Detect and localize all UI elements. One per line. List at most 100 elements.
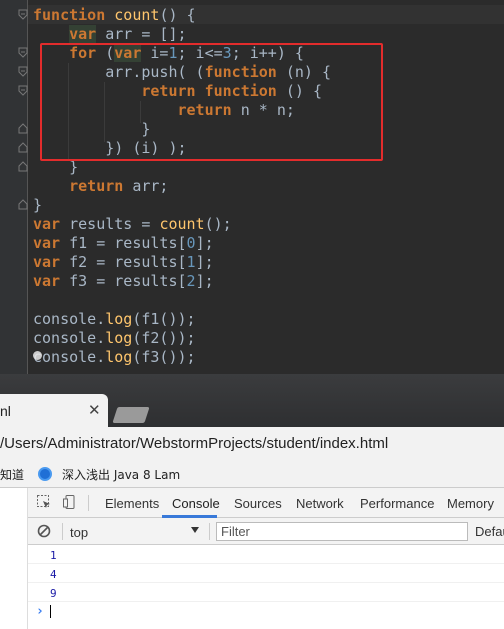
code-line[interactable]: var f2 = results[1];: [33, 253, 331, 272]
code-line[interactable]: function count() {: [33, 6, 331, 25]
bookmark-item[interactable]: 知道: [0, 466, 24, 483]
browser-window: nl ✕ /Users/Administrator/WebstormProjec…: [0, 374, 504, 629]
code-token: f3 = results[: [60, 272, 187, 290]
fold-icon[interactable]: [18, 47, 28, 58]
code-token: console.: [33, 310, 106, 328]
code-token: (f3());: [132, 348, 196, 366]
console-filter-bar: top Defau: [28, 518, 504, 545]
mouse-cursor: [33, 351, 42, 360]
code-line[interactable]: console.log(f3());: [33, 348, 331, 367]
console-message: 9: [28, 583, 504, 602]
tab-close-icon[interactable]: ✕: [88, 401, 101, 419]
code-line[interactable]: console.log(f1());: [33, 310, 331, 329]
fold-end-icon[interactable]: [18, 123, 28, 134]
code-token: log: [105, 329, 133, 347]
code-token: count: [159, 215, 205, 233]
console-filter-input[interactable]: [216, 522, 468, 541]
address-bar[interactable]: /Users/Administrator/WebstormProjects/st…: [0, 427, 504, 460]
tab-sources[interactable]: Sources: [234, 496, 282, 511]
code-line[interactable]: return arr;: [33, 177, 331, 196]
dropdown-arrow-icon[interactable]: [191, 527, 199, 533]
code-token: ];: [195, 253, 214, 271]
bookmark-favicon-icon: [38, 467, 52, 481]
code-token: results =: [60, 215, 160, 233]
tab-elements[interactable]: Elements: [105, 496, 159, 511]
console-prompt[interactable]: ›: [28, 602, 504, 621]
url-text[interactable]: /Users/Administrator/WebstormProjects/st…: [0, 435, 388, 452]
code-line[interactable]: [33, 291, 331, 310]
browser-titlebar: nl ✕: [0, 374, 504, 427]
code-token: 0: [186, 234, 196, 252]
code-token: () {: [159, 6, 196, 24]
code-token: count: [114, 6, 160, 24]
code-line[interactable]: var f3 = results[2];: [33, 272, 331, 291]
code-token: var: [33, 272, 61, 290]
console-value: 9: [50, 587, 57, 600]
fold-icon[interactable]: [18, 85, 28, 96]
fold-end-icon[interactable]: [18, 161, 28, 172]
code-token: ];: [195, 234, 214, 252]
bookmarks-bar: 知道 深入浅出 Java 8 Lam: [0, 460, 504, 488]
fold-icon[interactable]: [18, 9, 28, 20]
fold-end-icon[interactable]: [18, 199, 28, 210]
console-message: 1: [28, 545, 504, 564]
prompt-chevron-icon: ›: [36, 604, 44, 619]
code-line[interactable]: }: [33, 196, 331, 215]
code-token: var: [33, 253, 61, 271]
tab-performance[interactable]: Performance: [360, 496, 434, 511]
code-editor[interactable]: function count() { var arr = []; for (va…: [0, 0, 504, 374]
code-token: log: [105, 348, 133, 366]
browser-tab[interactable]: nl ✕: [0, 394, 108, 427]
code-token: (f2());: [132, 329, 196, 347]
code-token: f2 = results[: [60, 253, 187, 271]
code-token: (f1());: [132, 310, 196, 328]
code-token: log: [105, 310, 133, 328]
toolbar-divider: [62, 523, 63, 540]
fold-end-icon[interactable]: [18, 142, 28, 153]
execution-context-select[interactable]: top: [70, 525, 88, 540]
tab-title: nl: [0, 403, 11, 419]
code-line[interactable]: console.log(f2());: [33, 329, 331, 348]
code-token: ];: [195, 272, 214, 290]
code-line[interactable]: var f1 = results[0];: [33, 234, 331, 253]
log-levels-select[interactable]: Defau: [475, 524, 504, 539]
console-message: 4: [28, 564, 504, 583]
console-output[interactable]: 1 4 9 ›: [28, 545, 504, 629]
code-line[interactable]: var results = count();: [33, 215, 331, 234]
code-token: ();: [204, 215, 232, 233]
code-token: 2: [186, 272, 196, 290]
new-tab-button[interactable]: [112, 407, 150, 423]
fold-icon[interactable]: [18, 66, 28, 77]
code-token: console.: [33, 348, 106, 366]
clear-console-icon[interactable]: [37, 524, 51, 538]
console-value: 1: [50, 549, 57, 562]
text-caret: [50, 605, 51, 618]
code-token: var: [33, 234, 61, 252]
code-token: console.: [33, 329, 106, 347]
inspect-element-icon[interactable]: [37, 495, 51, 509]
tab-console[interactable]: Console: [172, 496, 220, 511]
devtools-toolbar: Elements Console Sources Network Perform…: [28, 488, 504, 518]
code-token: arr;: [123, 177, 169, 195]
tab-memory[interactable]: Memory: [447, 496, 494, 511]
code-token: f1 = results[: [60, 234, 187, 252]
code-token: 1: [186, 253, 196, 271]
tab-network[interactable]: Network: [296, 496, 344, 511]
bookmark-item[interactable]: 深入浅出 Java 8 Lam: [62, 466, 180, 483]
device-toolbar-icon[interactable]: [63, 495, 77, 509]
console-value: 4: [50, 568, 57, 581]
code-token: arr = [];: [96, 25, 187, 43]
code-token: function: [33, 6, 106, 24]
code-token: var: [33, 215, 61, 233]
code-token: return: [69, 177, 124, 195]
annotation-box: [40, 43, 383, 161]
toolbar-divider: [88, 495, 89, 511]
toolbar-divider: [209, 523, 210, 540]
code-token: var: [69, 25, 97, 43]
devtools-left-edge: [0, 488, 28, 629]
code-line[interactable]: var arr = [];: [33, 25, 331, 44]
code-token: }: [33, 196, 43, 214]
